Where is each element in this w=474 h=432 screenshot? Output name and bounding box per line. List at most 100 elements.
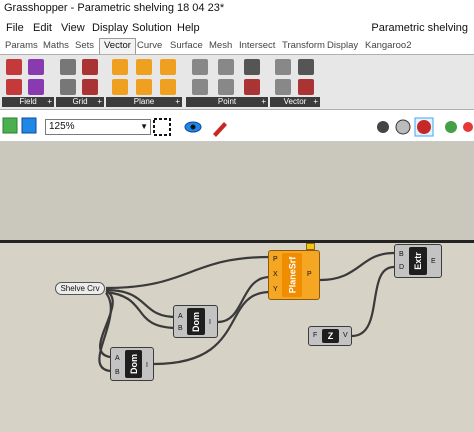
definition-canvas[interactable]: Shelve Crv A B Dom I A B Dom I P X Y Pla… xyxy=(0,142,474,432)
menu-view[interactable]: View xyxy=(61,22,85,34)
preview-settings-icon[interactable] xyxy=(463,122,473,132)
component-tab-bar: Params Maths Sets Vector Curve Surface M… xyxy=(0,38,474,54)
port-i[interactable]: I xyxy=(146,362,148,369)
rotate-plane-icon[interactable] xyxy=(136,79,152,95)
distance-icon[interactable] xyxy=(244,59,260,75)
hexagonal-grid-icon[interactable] xyxy=(60,79,76,95)
field-magnet-icon[interactable] xyxy=(6,59,22,75)
zoom-extents-icon[interactable] xyxy=(153,118,171,136)
selected-preview-icon[interactable] xyxy=(417,120,431,134)
closest-point-icon[interactable] xyxy=(192,79,208,95)
port-p-out[interactable]: P xyxy=(307,271,312,278)
port-d[interactable]: D xyxy=(399,264,404,271)
port-i[interactable]: I xyxy=(209,319,211,326)
menu-bar: File Edit View Display Solution Help Par… xyxy=(0,18,474,38)
tab-curve[interactable]: Curve xyxy=(137,40,162,51)
deconstruct-icon[interactable] xyxy=(218,59,234,75)
square-grid-icon[interactable] xyxy=(60,59,76,75)
component-name: PlaneSrf xyxy=(287,256,298,294)
wire xyxy=(351,265,395,338)
document-name: Parametric shelving xyxy=(371,22,468,34)
port-a[interactable]: A xyxy=(178,313,183,320)
shaded-preview-icon[interactable] xyxy=(377,121,389,133)
unit-vector-icon[interactable] xyxy=(275,79,291,95)
save-file-icon[interactable] xyxy=(21,117,37,134)
field-spin-icon[interactable] xyxy=(28,79,44,95)
port-v[interactable]: V xyxy=(343,332,348,339)
port-y[interactable]: Y xyxy=(273,286,278,293)
tab-vector[interactable]: Vector xyxy=(99,38,136,54)
ribbon-group-label: Vector xyxy=(283,97,307,106)
port-p[interactable]: P xyxy=(273,256,278,263)
pull-point-icon[interactable] xyxy=(244,79,260,95)
construct-point-icon[interactable] xyxy=(192,59,208,75)
ribbon-group-label: Grid xyxy=(72,97,88,106)
tab-surface[interactable]: Surface xyxy=(170,40,203,51)
ribbon-group-vector: Vector + xyxy=(270,55,320,109)
menu-solution[interactable]: Solution xyxy=(132,22,172,34)
unit-z-component[interactable]: F Z V xyxy=(308,326,352,346)
port-b[interactable]: B xyxy=(399,251,404,258)
wire xyxy=(217,275,271,324)
shelve-crv-param[interactable]: Shelve Crv xyxy=(55,282,105,295)
menu-file[interactable]: File xyxy=(6,22,24,34)
construct-domain-component[interactable]: A B Dom I xyxy=(173,305,218,338)
construct-domain-component[interactable]: A B Dom I xyxy=(110,347,154,381)
menu-edit[interactable]: Edit xyxy=(33,22,52,34)
component-name: Dom xyxy=(128,354,139,374)
port-b[interactable]: B xyxy=(178,325,183,332)
xy-plane-icon[interactable] xyxy=(160,59,176,75)
rectangular-grid-icon[interactable] xyxy=(82,59,98,75)
ribbon-group-label: Point xyxy=(217,97,237,106)
menu-display[interactable]: Display xyxy=(92,22,128,34)
port-x[interactable]: X xyxy=(273,271,278,278)
tab-mesh[interactable]: Mesh xyxy=(209,40,232,51)
populate-grid-icon[interactable] xyxy=(82,79,98,95)
ribbon-group-plane: Plane + xyxy=(106,55,182,109)
wireframe-preview-icon[interactable] xyxy=(395,119,411,135)
field-line-icon[interactable] xyxy=(28,59,44,75)
tab-transform[interactable]: Transform xyxy=(282,40,325,51)
wire xyxy=(319,251,395,282)
ribbon-group-field: Field + xyxy=(2,55,54,109)
tab-maths[interactable]: Maths xyxy=(43,40,69,51)
port-b[interactable]: B xyxy=(115,369,120,376)
param-label: Shelve Crv xyxy=(60,284,100,293)
canvas-toolbar: 125% ▼ xyxy=(0,110,474,142)
tab-intersect[interactable]: Intersect xyxy=(239,40,275,51)
expand-icon[interactable]: + xyxy=(261,97,266,107)
ribbon-group-point: Point + xyxy=(186,55,268,109)
tab-display[interactable]: Display xyxy=(327,40,358,51)
vector-2pt-icon[interactable] xyxy=(298,59,314,75)
extrude-component[interactable]: B D Extr E xyxy=(394,244,442,278)
menu-help[interactable]: Help xyxy=(177,22,200,34)
port-a[interactable]: A xyxy=(115,355,120,362)
title-bar: Grasshopper - Parametric shelving 18 04 … xyxy=(0,0,474,18)
ribbon-group-label: Field xyxy=(19,97,37,106)
vector-xyz-icon[interactable] xyxy=(275,59,291,75)
chevron-down-icon: ▼ xyxy=(140,122,148,131)
expand-icon[interactable]: + xyxy=(47,97,52,107)
expand-icon[interactable]: + xyxy=(313,97,318,107)
field-point-icon[interactable] xyxy=(6,79,22,95)
align-plane-icon[interactable] xyxy=(160,79,176,95)
wire xyxy=(105,290,177,330)
expand-icon[interactable]: + xyxy=(175,97,180,107)
port-f[interactable]: F xyxy=(313,332,317,339)
zoom-level-dropdown[interactable]: 125% ▼ xyxy=(45,119,151,135)
tab-kangaroo2[interactable]: Kangaroo2 xyxy=(365,40,411,51)
project-point-icon[interactable] xyxy=(218,79,234,95)
expand-icon[interactable]: + xyxy=(97,97,102,107)
paint-brush-icon[interactable] xyxy=(213,122,227,137)
plane-normal-icon[interactable] xyxy=(136,59,152,75)
open-file-icon[interactable] xyxy=(2,117,18,134)
wire xyxy=(105,255,271,290)
construct-plane-icon[interactable] xyxy=(112,59,128,75)
tab-params[interactable]: Params xyxy=(5,40,38,51)
tab-sets[interactable]: Sets xyxy=(75,40,94,51)
document-preview-icon[interactable] xyxy=(445,121,457,133)
plane-surface-component[interactable]: P X Y PlaneSrf P xyxy=(268,250,320,300)
plane-origin-icon[interactable] xyxy=(112,79,128,95)
vector-display-icon[interactable] xyxy=(298,79,314,95)
port-e[interactable]: E xyxy=(431,258,436,265)
